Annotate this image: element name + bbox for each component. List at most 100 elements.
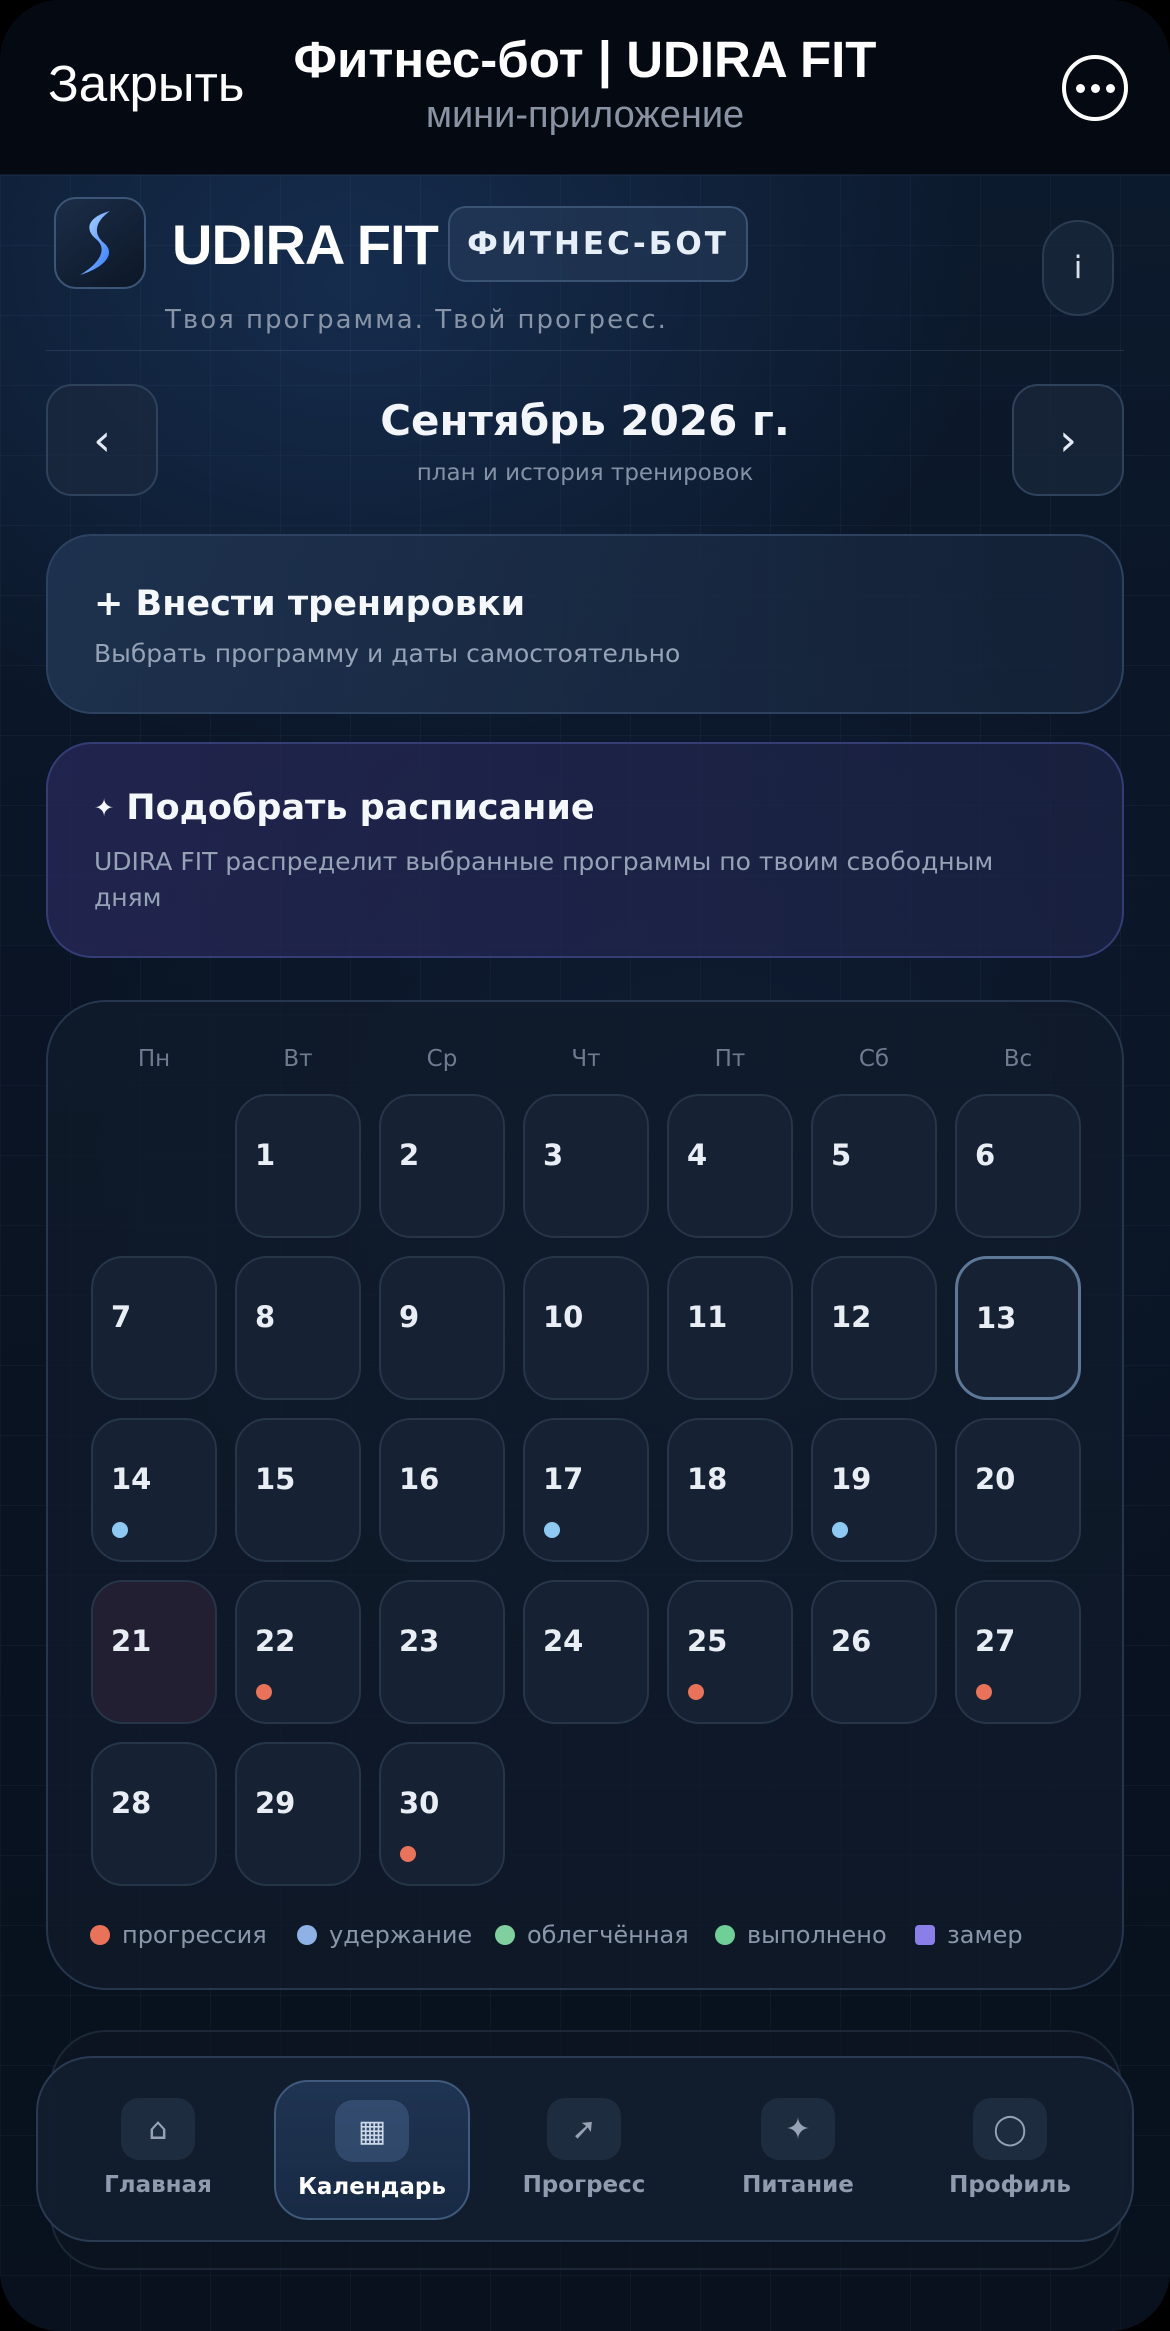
calendar-day-5[interactable]: 5	[811, 1094, 937, 1238]
plus-icon: +	[94, 584, 124, 624]
sparkle-icon: ✦	[761, 2098, 835, 2160]
day-number: 14	[111, 1462, 152, 1496]
day-number: 26	[831, 1624, 872, 1658]
day-number: 23	[399, 1624, 440, 1658]
tab-label: Профиль	[949, 2172, 1071, 2198]
tab-sparkle[interactable]: ✦ Питание	[700, 2080, 896, 2220]
calendar-day-21[interactable]: 21	[91, 1580, 217, 1724]
calendar-day-11[interactable]: 11	[667, 1256, 793, 1400]
tab-calendar[interactable]: ▦ Календарь	[274, 2080, 470, 2220]
progression-marker-dot	[688, 1684, 704, 1700]
day-number: 1	[255, 1138, 276, 1172]
day-number: 16	[399, 1462, 440, 1496]
calendar-day-1[interactable]: 1	[235, 1094, 361, 1238]
auto-schedule-title: ✦ Подобрать расписание	[94, 788, 595, 828]
month-title: Сентябрь 2026 г.	[380, 396, 790, 445]
auto-schedule-card[interactable]: ✦ Подобрать расписание UDIRA FIT распред…	[46, 742, 1124, 958]
weekday-label: Ср	[426, 1046, 458, 1072]
calendar-day-27[interactable]: 27	[955, 1580, 1081, 1724]
weekday-label: Пт	[714, 1046, 746, 1072]
calendar-day-24[interactable]: 24	[523, 1580, 649, 1724]
app-subtitle: мини-приложение	[425, 94, 745, 136]
day-number: 2	[399, 1138, 420, 1172]
day-number: 7	[111, 1300, 132, 1334]
home-icon: ⌂	[121, 2098, 195, 2160]
calendar-day-6[interactable]: 6	[955, 1094, 1081, 1238]
calendar-day-28[interactable]: 28	[91, 1742, 217, 1886]
tab-home[interactable]: ⌂ Главная	[60, 2080, 256, 2220]
calendar-day-22[interactable]: 22	[235, 1580, 361, 1724]
calendar-day-30[interactable]: 30	[379, 1742, 505, 1886]
calendar-day-4[interactable]: 4	[667, 1094, 793, 1238]
next-month-button[interactable]: ›	[1012, 384, 1124, 496]
legend-swatch	[495, 1925, 515, 1945]
add-workouts-card[interactable]: + Внести тренировки Выбрать программу и …	[46, 534, 1124, 714]
day-number: 25	[687, 1624, 728, 1658]
calendar-day-20[interactable]: 20	[955, 1418, 1081, 1562]
legend-swatch	[90, 1925, 110, 1945]
calendar-day-16[interactable]: 16	[379, 1418, 505, 1562]
calendar-day-25[interactable]: 25	[667, 1580, 793, 1724]
tab-label: Календарь	[298, 2174, 446, 2200]
info-button[interactable]: i	[1042, 220, 1114, 316]
tab-trend-arrow[interactable]: ➚ Прогресс	[486, 2080, 682, 2220]
calendar-day-15[interactable]: 15	[235, 1418, 361, 1562]
weekday-label: Вт	[283, 1046, 313, 1072]
day-number: 24	[543, 1624, 584, 1658]
month-subtitle: план и история тренировок	[416, 460, 754, 486]
calendar-day-9[interactable]: 9	[379, 1256, 505, 1400]
weekday-label: Сб	[858, 1046, 890, 1072]
auto-schedule-description: UDIRA FIT распределит выбранные программ…	[94, 847, 994, 912]
profile-circle-icon: ◯	[973, 2098, 1047, 2160]
tab-label: Питание	[742, 2172, 854, 2198]
day-number: 4	[687, 1138, 708, 1172]
calendar-icon: ▦	[335, 2100, 409, 2162]
calendar-day-10[interactable]: 10	[523, 1256, 649, 1400]
calendar-day-7[interactable]: 7	[91, 1256, 217, 1400]
legend-item: выполнено	[715, 1921, 887, 1949]
day-number: 22	[255, 1624, 296, 1658]
tab-profile-circle[interactable]: ◯ Профиль	[912, 2080, 1108, 2220]
tab-label: Прогресс	[522, 2172, 646, 2198]
day-number: 5	[831, 1138, 852, 1172]
telegram-top-bar: Закрыть Фитнес-бот | UDIRA FIT мини-прил…	[0, 0, 1170, 175]
calendar-day-18[interactable]: 18	[667, 1418, 793, 1562]
progression-marker-dot	[256, 1684, 272, 1700]
day-number: 6	[975, 1138, 996, 1172]
tagline: Твоя программа. Твой прогресс.	[165, 305, 668, 335]
hold-marker-dot	[832, 1522, 848, 1538]
calendar-day-8[interactable]: 8	[235, 1256, 361, 1400]
add-workouts-title: + Внести тренировки	[94, 584, 526, 624]
day-number: 21	[111, 1624, 152, 1658]
day-number: 18	[687, 1462, 728, 1496]
calendar-day-23[interactable]: 23	[379, 1580, 505, 1724]
calendar-day-17[interactable]: 17	[523, 1418, 649, 1562]
day-number: 27	[975, 1624, 1016, 1658]
day-number: 28	[111, 1786, 152, 1820]
calendar-day-12[interactable]: 12	[811, 1256, 937, 1400]
legend-label: выполнено	[747, 1921, 887, 1949]
day-number: 29	[255, 1786, 296, 1820]
more-icon[interactable]	[1062, 55, 1128, 121]
weekday-label: Чт	[571, 1046, 601, 1072]
calendar-day-26[interactable]: 26	[811, 1580, 937, 1724]
calendar-day-2[interactable]: 2	[379, 1094, 505, 1238]
calendar-day-3[interactable]: 3	[523, 1094, 649, 1238]
day-number: 19	[831, 1462, 872, 1496]
hold-marker-dot	[544, 1522, 560, 1538]
calendar-day-19[interactable]: 19	[811, 1418, 937, 1562]
trend-arrow-icon: ➚	[547, 2098, 621, 2160]
legend-label: замер	[947, 1921, 1023, 1949]
weekday-label: Пн	[137, 1046, 171, 1072]
calendar-day-14[interactable]: 14	[91, 1418, 217, 1562]
calendar-day-13[interactable]: 13	[955, 1256, 1081, 1400]
calendar-day-29[interactable]: 29	[235, 1742, 361, 1886]
progression-marker-dot	[976, 1684, 992, 1700]
tab-label: Главная	[104, 2172, 212, 2198]
day-number: 9	[399, 1300, 420, 1334]
divider	[46, 350, 1124, 351]
legend-swatch	[915, 1925, 935, 1945]
day-number: 17	[543, 1462, 584, 1496]
app-frame: Закрыть Фитнес-бот | UDIRA FIT мини-прил…	[0, 0, 1170, 2331]
add-workouts-description: Выбрать программу и даты самостоятельно	[94, 639, 681, 668]
